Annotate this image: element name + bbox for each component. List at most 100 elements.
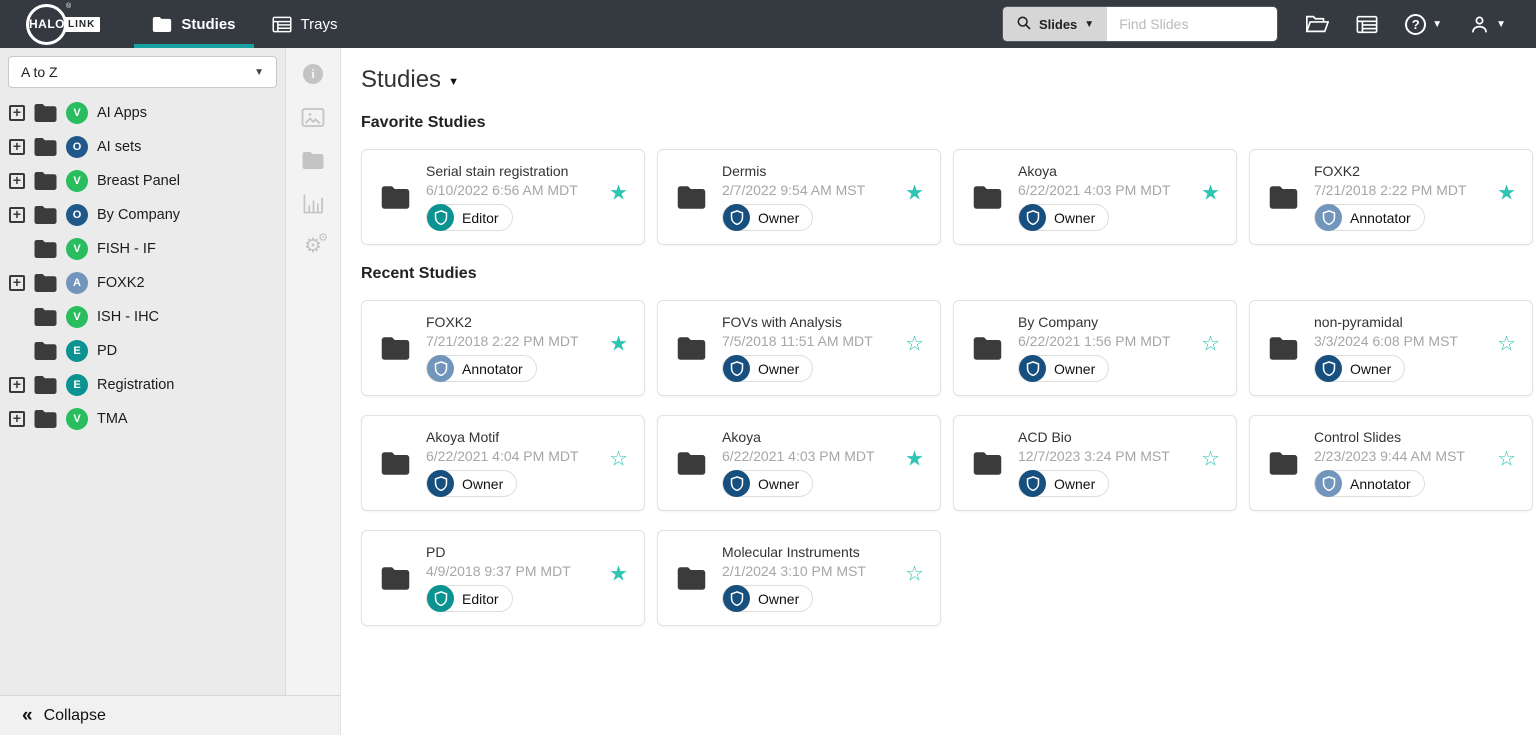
tree-item[interactable]: + V FISH - IF	[0, 232, 285, 266]
role-label: Annotator	[1350, 476, 1411, 492]
help-menu[interactable]: ? ▼	[1405, 14, 1442, 35]
expand-slot: +	[6, 173, 28, 189]
permission-badge: V	[66, 170, 88, 192]
favorite-star-icon[interactable]: ★	[1201, 183, 1220, 204]
tab-trays[interactable]: Trays	[254, 0, 356, 48]
shield-icon	[730, 361, 744, 376]
role-badge-circle	[427, 585, 454, 612]
image-icon[interactable]	[301, 105, 325, 129]
info-icon[interactable]: i	[301, 62, 325, 86]
registered-mark: ®	[66, 3, 71, 10]
trays-panel-icon[interactable]	[1356, 15, 1378, 34]
favorite-studies-grid: Serial stain registration 6/10/2022 6:56…	[361, 149, 1536, 245]
study-card[interactable]: PD 4/9/2018 9:37 PM MDT Editor ★	[361, 530, 645, 626]
expand-plus-icon[interactable]: +	[9, 411, 25, 427]
expand-plus-icon[interactable]: +	[9, 173, 25, 189]
favorite-star-icon[interactable]: ★	[609, 564, 628, 585]
role-label: Editor	[462, 210, 499, 226]
expand-plus-icon[interactable]: +	[9, 275, 25, 291]
role-badge-circle	[1315, 355, 1342, 382]
study-card[interactable]: Akoya 6/22/2021 4:03 PM MDT Owner ★	[953, 149, 1237, 245]
tree-item[interactable]: + V AI Apps	[0, 96, 285, 130]
favorite-star-icon[interactable]: ★	[1497, 183, 1516, 204]
study-card[interactable]: Control Slides 2/23/2023 9:44 AM MST Ann…	[1249, 415, 1533, 511]
gears-icon[interactable]: ⚙⚙	[301, 234, 325, 258]
folder-icon	[33, 205, 58, 225]
favorite-star-icon[interactable]: ☆	[905, 564, 924, 585]
trays-icon	[272, 16, 292, 33]
study-date: 2/23/2023 9:44 AM MST	[1314, 448, 1465, 464]
study-card[interactable]: Dermis 2/7/2022 9:54 AM MST Owner ★	[657, 149, 941, 245]
user-icon	[1469, 14, 1490, 35]
tree-item[interactable]: + V TMA	[0, 402, 285, 436]
expand-plus-icon[interactable]: +	[9, 207, 25, 223]
role-badge: Annotator	[426, 355, 537, 382]
folder-icon	[380, 185, 411, 210]
tree-item[interactable]: + E Registration	[0, 368, 285, 402]
tree-item[interactable]: + A FOXK2	[0, 266, 285, 300]
folder-icon	[676, 185, 707, 210]
top-navigation-bar: HALO ® LINK Studies Trays	[0, 0, 1536, 48]
favorite-star-icon[interactable]: ★	[609, 334, 628, 355]
search-scope-dropdown[interactable]: Slides ▼	[1003, 7, 1107, 41]
halo-link-logo[interactable]: HALO ® LINK	[26, 4, 100, 45]
sort-order-select[interactable]: A to Z ▼	[8, 56, 277, 88]
tree-item[interactable]: + V ISH - IHC	[0, 300, 285, 334]
study-title: Akoya	[722, 429, 875, 445]
permission-badge: V	[66, 306, 88, 328]
study-date: 7/21/2018 2:22 PM MDT	[426, 333, 579, 349]
role-badge-circle	[723, 585, 750, 612]
favorite-star-icon[interactable]: ☆	[609, 449, 628, 470]
page-title-dropdown[interactable]: Studies ▼	[361, 66, 1536, 94]
search-input[interactable]	[1107, 7, 1277, 41]
favorite-star-icon[interactable]: ☆	[905, 334, 924, 355]
folder-icon	[33, 137, 58, 157]
user-menu[interactable]: ▼	[1469, 14, 1506, 35]
study-card[interactable]: ACD Bio 12/7/2023 3:24 PM MST Owner ☆	[953, 415, 1237, 511]
expand-plus-icon[interactable]: +	[9, 139, 25, 155]
chevron-down-icon: ▼	[254, 67, 264, 78]
study-card[interactable]: FOVs with Analysis 7/5/2018 11:51 AM MDT…	[657, 300, 941, 396]
shield-icon	[1322, 210, 1336, 225]
study-card-info: Serial stain registration 6/10/2022 6:56…	[426, 163, 578, 231]
study-card[interactable]: FOXK2 7/21/2018 2:22 PM MDT Annotator ★	[1249, 149, 1533, 245]
folder-icon	[972, 185, 1003, 210]
tab-studies[interactable]: Studies	[134, 0, 253, 48]
favorite-star-icon[interactable]: ★	[609, 183, 628, 204]
study-card[interactable]: Akoya Motif 6/22/2021 4:04 PM MDT Owner …	[361, 415, 645, 511]
tree-item[interactable]: + O By Company	[0, 198, 285, 232]
tree-item[interactable]: + E PD	[0, 334, 285, 368]
expand-plus-icon[interactable]: +	[9, 105, 25, 121]
study-card[interactable]: Molecular Instruments 2/1/2024 3:10 PM M…	[657, 530, 941, 626]
favorite-star-icon[interactable]: ☆	[1201, 334, 1220, 355]
study-title: FOVs with Analysis	[722, 314, 873, 330]
permission-badge: E	[66, 374, 88, 396]
shield-icon	[730, 476, 744, 491]
study-card[interactable]: non-pyramidal 3/3/2024 6:08 PM MST Owner…	[1249, 300, 1533, 396]
study-card[interactable]: By Company 6/22/2021 1:56 PM MDT Owner ☆	[953, 300, 1237, 396]
chart-icon[interactable]	[301, 191, 325, 215]
shield-icon	[730, 210, 744, 225]
collapse-sidebar-button[interactable]: « Collapse	[0, 695, 340, 735]
role-badge-circle	[723, 204, 750, 231]
expand-plus-icon[interactable]: +	[9, 377, 25, 393]
folder-icon	[1268, 336, 1299, 361]
study-card[interactable]: FOXK2 7/21/2018 2:22 PM MDT Annotator ★	[361, 300, 645, 396]
favorite-star-icon[interactable]: ☆	[1201, 449, 1220, 470]
folder-icon	[1268, 451, 1299, 476]
shield-icon	[730, 591, 744, 606]
tree-item[interactable]: + V Breast Panel	[0, 164, 285, 198]
open-folder-icon[interactable]	[1305, 14, 1329, 34]
shield-icon	[1322, 476, 1336, 491]
tree-item[interactable]: + O AI sets	[0, 130, 285, 164]
favorite-star-icon[interactable]: ★	[905, 449, 924, 470]
folder-icon[interactable]	[301, 148, 325, 172]
favorite-star-icon[interactable]: ☆	[1497, 334, 1516, 355]
expand-slot: +	[6, 105, 28, 121]
study-card[interactable]: Akoya 6/22/2021 4:03 PM MDT Owner ★	[657, 415, 941, 511]
tree-item-label: ISH - IHC	[97, 309, 159, 325]
folder-icon	[676, 566, 707, 591]
favorite-star-icon[interactable]: ☆	[1497, 449, 1516, 470]
study-card[interactable]: Serial stain registration 6/10/2022 6:56…	[361, 149, 645, 245]
favorite-star-icon[interactable]: ★	[905, 183, 924, 204]
